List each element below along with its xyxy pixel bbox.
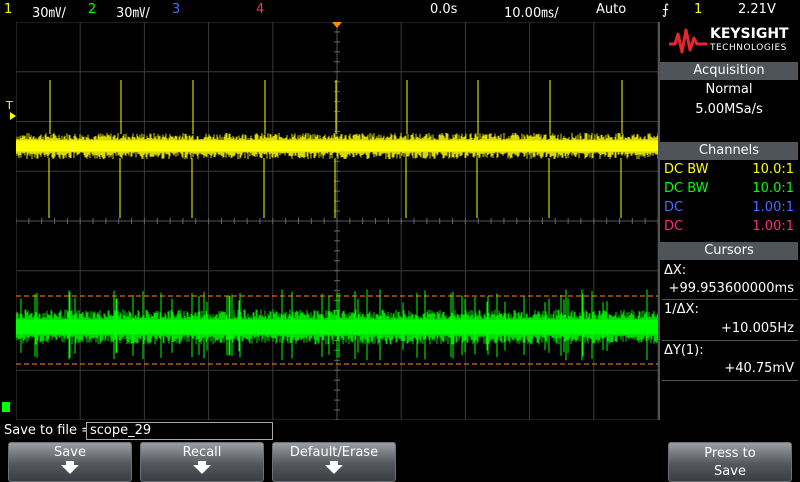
timebase-scale[interactable]: 10.00㎳/ bbox=[504, 2, 559, 21]
channel-probe-ratio: 1.00:1 bbox=[752, 200, 794, 215]
brand-subtitle: TECHNOLOGIES bbox=[710, 43, 787, 53]
cursor-dx-value: +99.953600000ms bbox=[668, 281, 794, 296]
cursors-header: Cursors bbox=[660, 242, 798, 260]
cursor-divider bbox=[662, 380, 798, 381]
filename-field[interactable]: scope_29 bbox=[86, 422, 273, 440]
keysight-logo: KEYSIGHT TECHNOLOGIES bbox=[664, 26, 794, 56]
cursor-dy-label: ΔY(1): bbox=[664, 343, 704, 358]
recall-softkey-label: Recall bbox=[182, 445, 222, 460]
cursor-divider bbox=[662, 299, 798, 300]
horizontal-delay[interactable]: 0.0s bbox=[430, 2, 457, 17]
trigger-level[interactable]: 2.21V bbox=[738, 2, 776, 17]
cursor-divider bbox=[662, 340, 798, 341]
channel2-scale[interactable]: 30㎷/ bbox=[116, 2, 150, 21]
channel1-number[interactable]: 1 bbox=[4, 2, 12, 17]
channel4-number[interactable]: 4 bbox=[256, 2, 264, 17]
channel3-number[interactable]: 3 bbox=[172, 2, 180, 17]
down-arrow-icon bbox=[325, 465, 343, 474]
save-to-file-label: Save to file = bbox=[4, 423, 93, 438]
cursor-inverse-dx-value: +10.005Hz bbox=[721, 321, 794, 336]
trigger-level-marker[interactable]: T bbox=[6, 99, 13, 112]
channel1-scale[interactable]: 30㎷/ bbox=[32, 2, 66, 21]
press-to-save-label: Press to Save bbox=[704, 446, 756, 479]
channel1-ground-marker[interactable] bbox=[10, 112, 16, 120]
channel2-number[interactable]: 2 bbox=[88, 2, 96, 17]
save-softkey-label: Save bbox=[54, 445, 86, 460]
keysight-wave-icon bbox=[669, 28, 707, 54]
channel-probe-ratio: 10.0:1 bbox=[752, 181, 794, 196]
recall-softkey[interactable]: Recall bbox=[140, 442, 264, 482]
default-erase-softkey[interactable]: Default/Erase bbox=[272, 442, 396, 482]
trigger-source[interactable]: 1 bbox=[694, 2, 702, 17]
channel1-trace-core bbox=[16, 140, 658, 152]
cursor-dx-label: ΔX: bbox=[664, 263, 687, 278]
channel2-ground-marker[interactable] bbox=[2, 402, 10, 412]
down-arrow-icon bbox=[61, 465, 79, 474]
default-erase-softkey-label: Default/Erase bbox=[289, 445, 379, 460]
channel-probe-ratio: 1.00:1 bbox=[752, 219, 794, 234]
brand-name: KEYSIGHT bbox=[710, 26, 789, 42]
trigger-edge-icon: ⨍ bbox=[662, 2, 670, 18]
acquisition-mode: Normal bbox=[705, 82, 753, 97]
channel-probe-ratio: 10.0:1 bbox=[752, 162, 794, 177]
trigger-mode[interactable]: Auto bbox=[596, 2, 626, 17]
down-arrow-icon bbox=[193, 465, 211, 474]
acquisition-rate: 5.00MSa/s bbox=[695, 102, 763, 117]
press-to-save-softkey[interactable]: Press to Save bbox=[668, 442, 792, 482]
cursor-inverse-dx-label: 1/ΔX: bbox=[664, 302, 699, 317]
filename-value: scope_29 bbox=[90, 423, 152, 438]
channels-header: Channels bbox=[660, 142, 798, 160]
acquisition-header: Acquisition bbox=[660, 62, 798, 80]
waveform-display[interactable] bbox=[16, 22, 658, 420]
status-bar: 1 30㎷/ 2 30㎷/ 3 4 0.0s 10.00㎳/ Auto ⨍ 1 … bbox=[0, 0, 800, 21]
save-softkey[interactable]: Save bbox=[8, 442, 132, 482]
cursor-dy-value: +40.75mV bbox=[724, 361, 794, 376]
